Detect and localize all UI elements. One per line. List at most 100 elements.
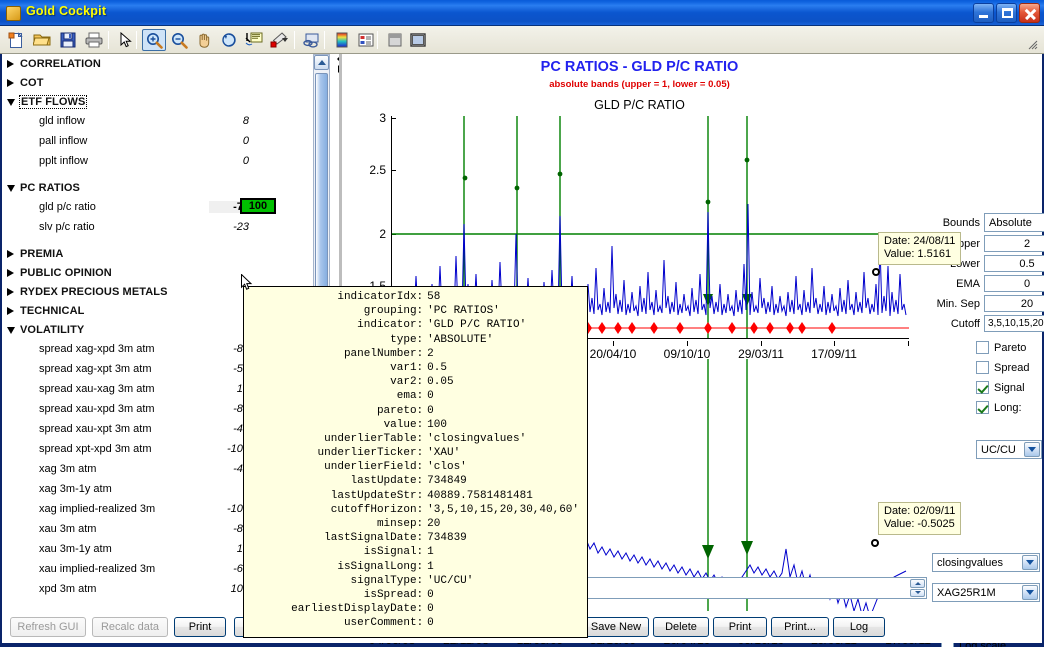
tree-item-slv-pc-ratio[interactable]: slv p/c ratio -23: [2, 217, 307, 237]
pointer-icon[interactable]: [114, 29, 138, 51]
delete-button[interactable]: Delete: [653, 617, 709, 637]
maximize-button[interactable]: [996, 3, 1017, 23]
spread-checkbox[interactable]: Spread: [976, 361, 1029, 374]
tree-group-label: TECHNICAL: [20, 305, 84, 317]
open-folder-icon[interactable]: [30, 29, 54, 51]
tree-print-button[interactable]: Print: [174, 617, 226, 637]
pareto-checkbox[interactable]: Pareto: [976, 341, 1026, 354]
info-key: userComment:: [291, 617, 427, 631]
tree-item-score-chip[interactable]: 100: [240, 198, 276, 214]
tree-item-label: gld inflow: [39, 115, 85, 127]
info-value: 20: [427, 518, 579, 532]
tree-group-public-opinion[interactable]: PUBLIC OPINION: [2, 263, 307, 282]
info-value: 0: [427, 405, 579, 419]
tree-group-label: PUBLIC OPINION: [20, 267, 112, 279]
signal-type-select[interactable]: UC/CU: [976, 440, 1042, 459]
ema-input[interactable]: 0: [984, 275, 1044, 292]
info-value: 0.5: [427, 362, 579, 376]
info-key: minsep:: [291, 518, 427, 532]
print-icon[interactable]: [82, 29, 106, 51]
save-icon[interactable]: [56, 29, 80, 51]
resize-grip-icon[interactable]: [1028, 40, 1038, 50]
datatip-marker-1[interactable]: [872, 268, 880, 276]
show-plot-tools-icon[interactable]: [406, 29, 430, 51]
chevron-down-icon[interactable]: [1024, 442, 1040, 457]
chevron-right-icon: [7, 307, 14, 315]
zoom-out-icon[interactable]: [167, 29, 191, 51]
info-key: isSignalLong:: [291, 561, 427, 575]
spinner-down-button[interactable]: [910, 589, 925, 598]
indicator-info-table: indicatorIdx:58 grouping:'PC RATIOS' ind…: [291, 291, 579, 632]
scroll-up-button[interactable]: [314, 55, 329, 70]
tree-group-correlation[interactable]: CORRELATION: [2, 54, 307, 73]
tree-item-pall-inflow[interactable]: pall inflow 0: [2, 131, 307, 151]
datatip-panel1[interactable]: Date: 24/08/11 Value: 1.5161: [878, 232, 961, 265]
info-value: 734849: [427, 475, 579, 489]
y-tick-label: 2: [379, 227, 386, 241]
table-select[interactable]: closingvalues: [932, 553, 1040, 572]
checkbox-box[interactable]: [976, 381, 989, 394]
datatip-panel2[interactable]: Date: 02/09/11 Value: -0.5025: [878, 502, 961, 535]
upper-input[interactable]: 2: [984, 235, 1044, 252]
info-row: indicatorIdx:58: [291, 291, 579, 305]
refresh-gui-button[interactable]: Refresh GUI: [10, 617, 86, 637]
ticker-value: XAG25R1M: [937, 587, 996, 599]
print-dialog-button[interactable]: Print...: [771, 617, 829, 637]
chevron-down-icon[interactable]: [1022, 585, 1038, 600]
info-value: 'PC RATIOS': [427, 305, 579, 319]
info-value: 1: [427, 561, 579, 575]
legend-icon[interactable]: [354, 29, 378, 51]
datatip-marker-2[interactable]: [871, 539, 879, 547]
zoom-in-icon[interactable]: [142, 29, 166, 51]
tree-group-etf-flows[interactable]: ETF FLOWS: [2, 92, 307, 111]
tree-group-premia[interactable]: PREMIA: [2, 244, 307, 263]
save-new-button[interactable]: Save New: [583, 617, 649, 637]
tree-item-label: spread xau-xag 3m atm: [39, 383, 155, 395]
info-row: var1:0.5: [291, 362, 579, 376]
info-key: lastSignalDate:: [291, 532, 427, 546]
checkbox-box[interactable]: [976, 401, 989, 414]
tree-item-gld-pc-ratio[interactable]: gld p/c ratio -70 100: [2, 197, 307, 217]
close-button[interactable]: [1019, 3, 1040, 23]
info-row: underlierTicker:'XAU': [291, 447, 579, 461]
rotate-3d-icon[interactable]: [217, 29, 241, 51]
pan-hand-icon[interactable]: [192, 29, 216, 51]
lower-input[interactable]: 0.5: [984, 255, 1044, 272]
long-checkbox[interactable]: Long:: [976, 401, 1022, 414]
info-row: value:100: [291, 419, 579, 433]
checkbox-box[interactable]: [976, 341, 989, 354]
tree-group-cot[interactable]: COT: [2, 73, 307, 92]
tree-group-label: RYDEX PRECIOUS METALS: [20, 286, 168, 298]
info-key: panelNumber:: [291, 348, 427, 362]
signal-checkbox[interactable]: Signal: [976, 381, 1025, 394]
ticker-select[interactable]: XAG25R1M: [932, 583, 1040, 602]
recalc-data-button[interactable]: Recalc data: [92, 617, 168, 637]
minimize-button[interactable]: [973, 3, 994, 23]
colorbar-icon[interactable]: [330, 29, 354, 51]
cutoff-input[interactable]: 3,5,10,15,20,30,40,: [984, 315, 1044, 332]
print-button[interactable]: Print: [713, 617, 767, 637]
spinner-up-button[interactable]: [910, 579, 925, 588]
tree-group-label: COT: [20, 77, 44, 89]
tree-item-value: 0: [209, 155, 249, 167]
info-row: isSpread:0: [291, 589, 579, 603]
bounds-select[interactable]: Absolute: [984, 213, 1044, 232]
info-key: signalType:: [291, 575, 427, 589]
tree-item-pplt-inflow[interactable]: pplt inflow 0: [2, 151, 307, 171]
link-plot-icon[interactable]: [299, 29, 323, 51]
tree-item-gld-inflow[interactable]: gld inflow 8: [2, 111, 307, 131]
min-sep-input[interactable]: 20: [984, 295, 1044, 312]
log-button[interactable]: Log: [833, 617, 885, 637]
brush-dropdown-caret-icon[interactable]: [282, 38, 288, 42]
info-key: underlierTicker:: [291, 447, 427, 461]
chevron-right-icon: [7, 269, 14, 277]
comment-spinner[interactable]: [910, 579, 925, 597]
data-cursor-icon[interactable]: [242, 29, 266, 51]
info-key: indicator:: [291, 319, 427, 333]
tree-group-pc-ratios[interactable]: PC RATIOS: [2, 178, 307, 197]
chevron-down-icon[interactable]: [1022, 555, 1038, 570]
hide-plot-tools-icon[interactable]: [383, 29, 407, 51]
info-value: 0: [427, 617, 579, 631]
checkbox-box[interactable]: [976, 361, 989, 374]
new-file-icon[interactable]: [4, 29, 28, 51]
